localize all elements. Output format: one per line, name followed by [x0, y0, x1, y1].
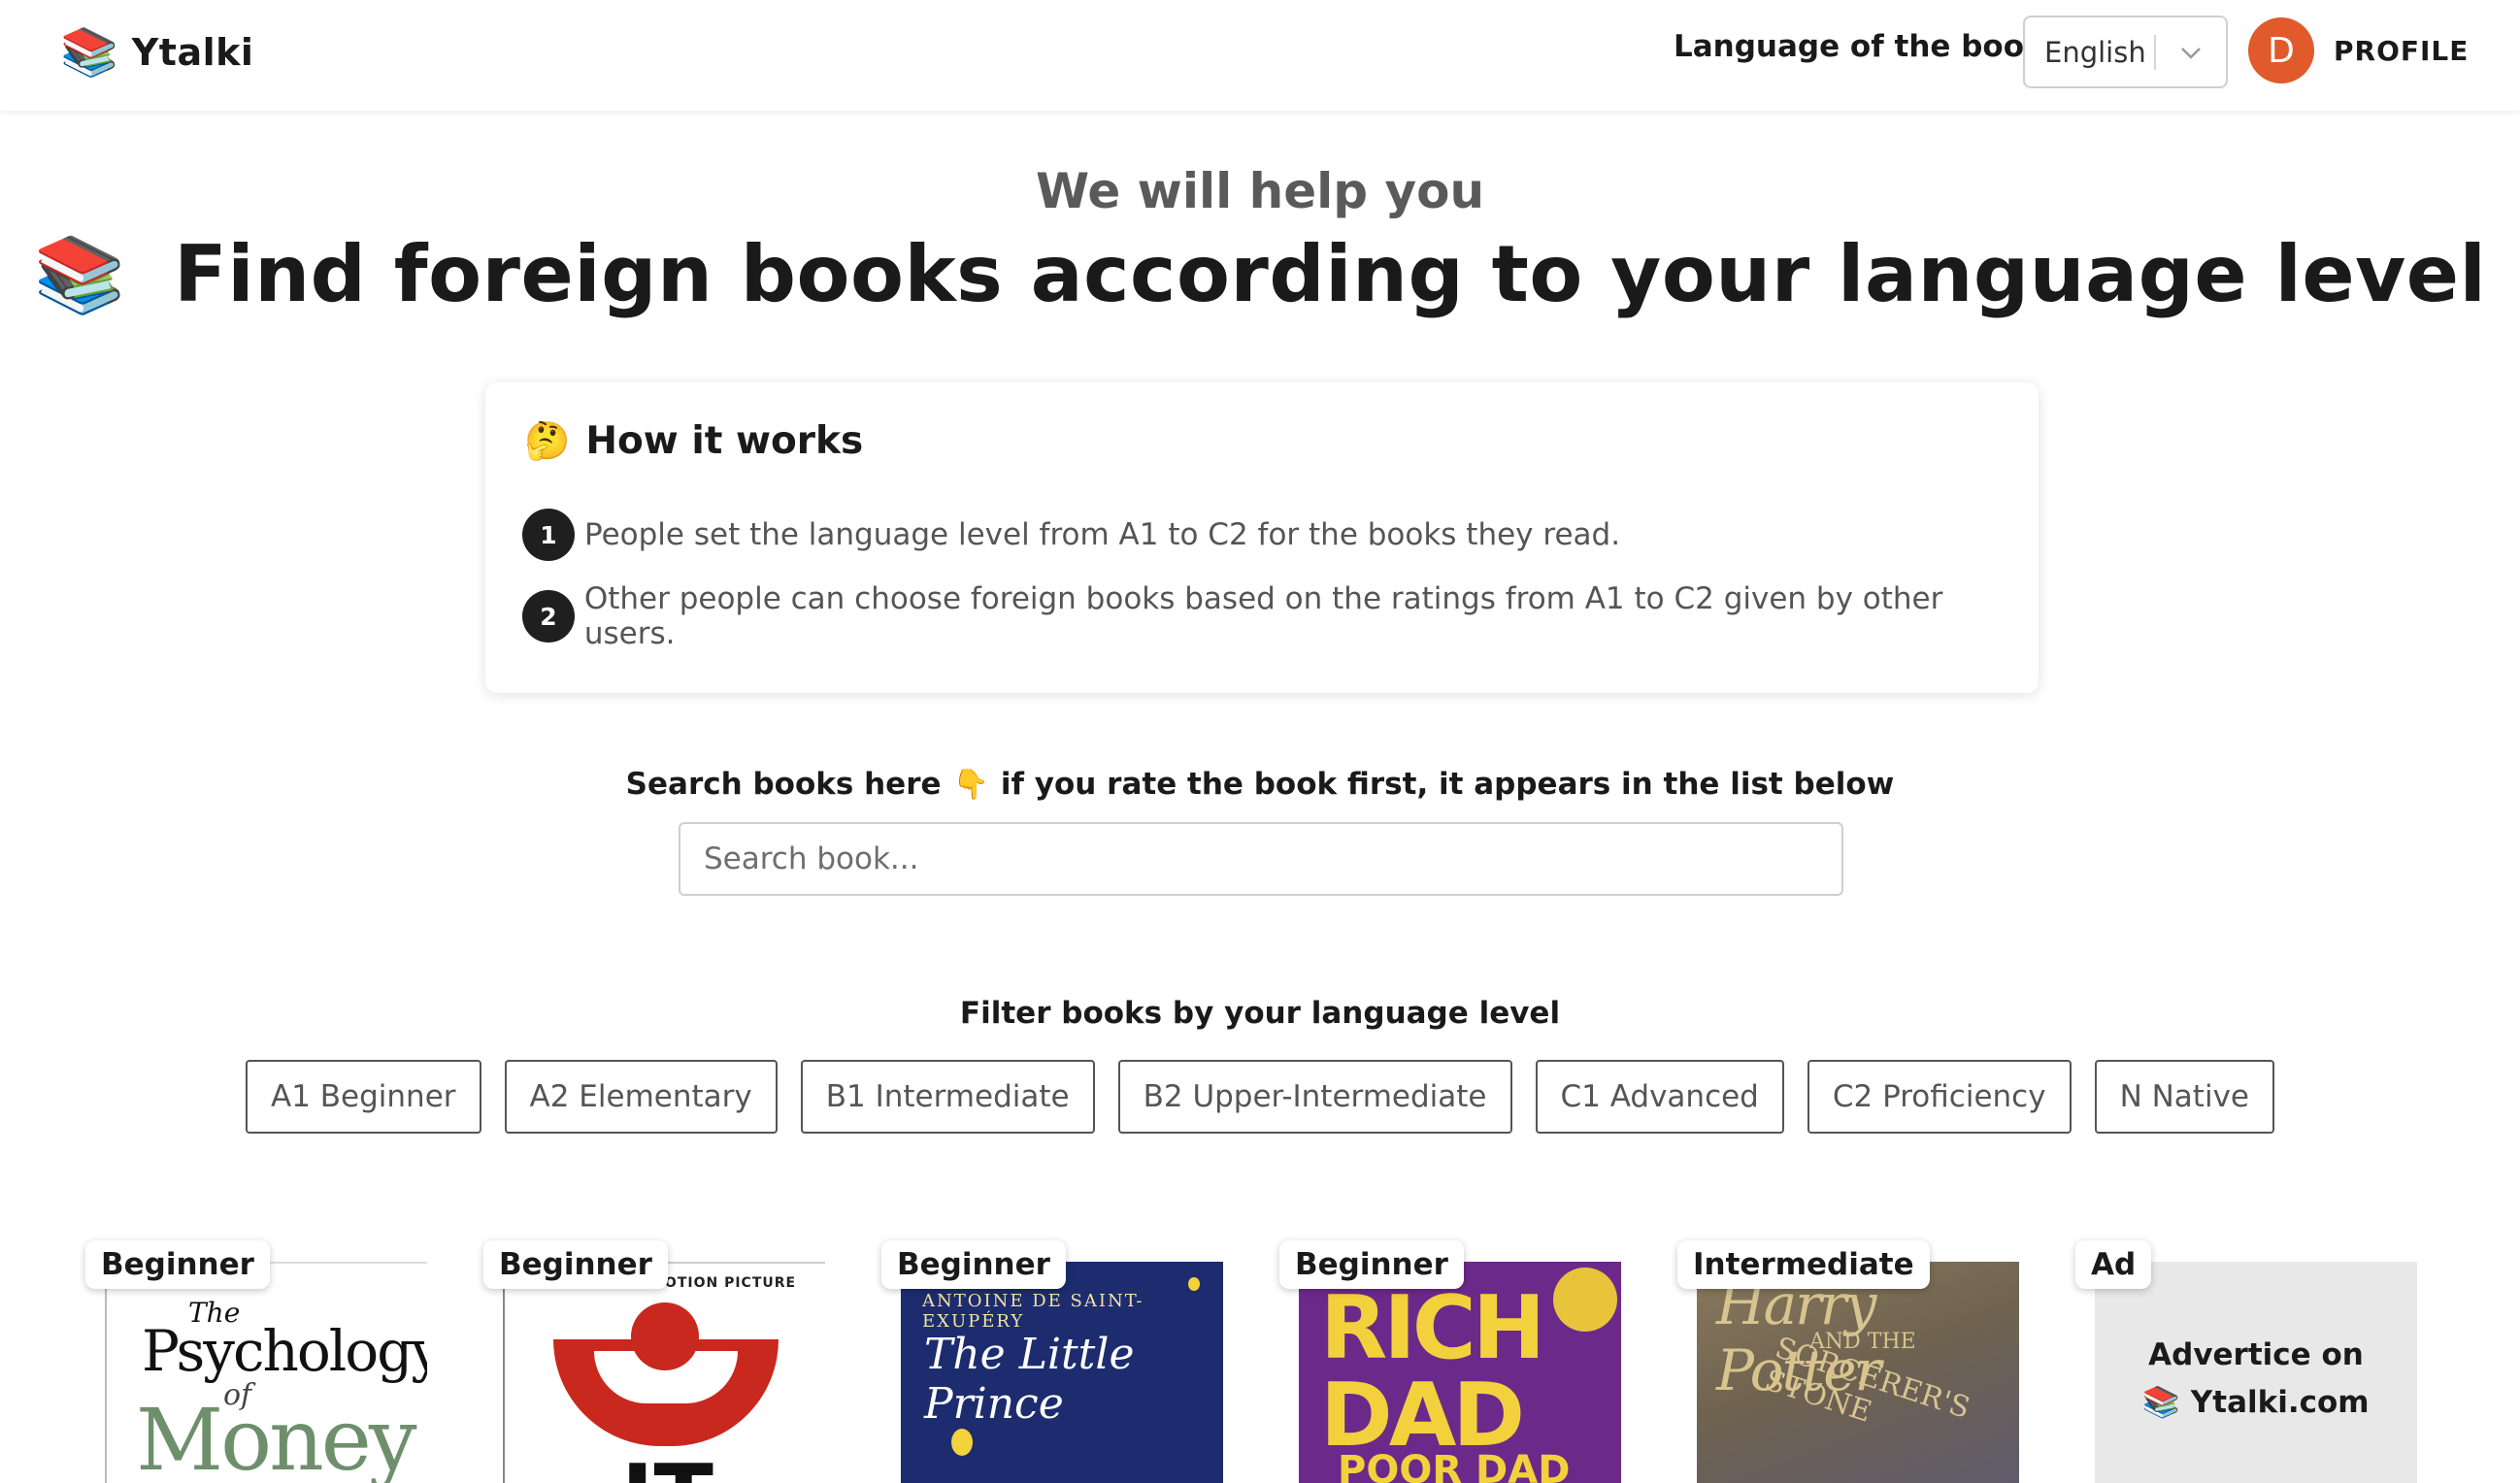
filter-c1-button[interactable]: C1 Advanced — [1535, 1060, 1784, 1134]
book-card[interactable]: Beginner RICH DAD POOR DAD — [1279, 1240, 1621, 1483]
brand-name: Ytalki — [131, 31, 254, 74]
star-icon — [951, 1429, 973, 1456]
level-badge: Intermediate — [1677, 1240, 1930, 1289]
cover-text: The Little Prince — [924, 1330, 1135, 1429]
how-it-works-title: How it works — [585, 419, 864, 463]
step-number: 2 — [522, 590, 575, 643]
ad-badge: Ad — [2075, 1240, 2152, 1289]
search-label: Search books here 👇 if you rate the book f… — [0, 767, 2520, 802]
how-it-works-header: 🤔 How it works — [524, 419, 863, 463]
ad-text: Advertice on — [2148, 1337, 2364, 1372]
avatar[interactable]: D — [2248, 17, 2314, 83]
book-card[interactable]: Intermediate Harry Potter AND THE SORCER… — [1677, 1240, 2019, 1483]
language-label: Language of the books — [1674, 29, 2063, 64]
books-logo-icon: 📚 — [60, 25, 118, 80]
cover-text: Money — [136, 1390, 417, 1483]
books-icon: 📚 — [2142, 1385, 2180, 1420]
ad-cover[interactable]: Advertice on 📚 Ytalki.com — [2095, 1262, 2417, 1483]
level-badge: Beginner — [881, 1240, 1066, 1289]
filter-b2-button[interactable]: B2 Upper-Intermediate — [1117, 1060, 1512, 1134]
chevron-down-icon[interactable] — [2156, 39, 2226, 66]
seal-icon — [1553, 1268, 1617, 1332]
language-select[interactable]: English — [2023, 16, 2228, 88]
book-cover[interactable]: The Psychology of Money — [105, 1262, 427, 1483]
brand-link[interactable]: 📚 Ytalki — [60, 23, 253, 82]
cover-text: IT — [621, 1446, 713, 1483]
books-icon: 📚 — [33, 230, 126, 317]
book-cover[interactable]: Harry Potter AND THE SORCERER'S STONE — [1697, 1262, 2019, 1483]
level-badge: Beginner — [483, 1240, 668, 1289]
book-card[interactable]: Beginner MOTION PICTURE IT — [483, 1240, 825, 1483]
step-number: 1 — [522, 509, 575, 561]
filter-a2-button[interactable]: A2 Elementary — [504, 1060, 778, 1134]
ad-text-line: 📚 Ytalki.com — [2142, 1384, 2369, 1420]
ad-card[interactable]: Ad Advertice on 📚 Ytalki.com — [2075, 1240, 2417, 1483]
book-card[interactable]: Beginner ANTOINE DE SAINT-EXUPÉRY The Li… — [881, 1240, 1223, 1483]
step-item: 1 People set the language level from A1 … — [522, 509, 1620, 561]
how-it-works-card: 🤔 How it works 1 People set the language… — [485, 382, 2039, 693]
cover-text: POOR DAD — [1338, 1448, 1571, 1483]
level-badge: Beginner — [85, 1240, 270, 1289]
language-select-value: English — [2044, 35, 2146, 69]
step-text: Other people can choose foreign books ba… — [583, 581, 1943, 651]
search-label-text: Search books here — [625, 767, 942, 802]
top-navbar: 📚 Ytalki Language of the books English D… — [0, 0, 2520, 111]
search-input[interactable] — [679, 822, 1843, 896]
hero-title-row: 📚 Find foreign books according to your l… — [0, 229, 2520, 319]
ad-site: Ytalki.com — [2190, 1385, 2370, 1420]
profile-link[interactable]: PROFILE — [2334, 35, 2469, 67]
level-filter-group: A1 Beginner A2 Elementary B1 Intermediat… — [0, 1060, 2520, 1134]
book-cover[interactable]: MOTION PICTURE IT — [503, 1262, 825, 1483]
cover-text: ANTOINE DE SAINT-EXUPÉRY — [922, 1291, 1144, 1332]
step-text: People set the language level from A1 to… — [584, 517, 1621, 552]
book-card[interactable]: Beginner The Psychology of Money — [85, 1240, 427, 1483]
star-icon — [1188, 1277, 1200, 1291]
filter-native-button[interactable]: N Native — [2094, 1060, 2274, 1134]
thinking-face-icon: 🤔 — [524, 419, 571, 462]
filter-b1-button[interactable]: B1 Intermediate — [800, 1060, 1095, 1134]
book-cover[interactable]: RICH DAD POOR DAD — [1299, 1262, 1621, 1483]
hero-subtitle: We will help you — [1035, 163, 1485, 219]
book-cover[interactable]: ANTOINE DE SAINT-EXUPÉRY The Little Prin… — [901, 1262, 1223, 1483]
cover-art — [631, 1302, 699, 1370]
filter-c2-button[interactable]: C2 Proficiency — [1807, 1060, 2072, 1134]
cover-text: MOTION PICTURE — [650, 1275, 797, 1291]
step-item: 2 Other people can choose foreign books … — [522, 581, 2039, 651]
level-badge: Beginner — [1279, 1240, 1464, 1289]
search-hint-text: if you rate the book first, it appears i… — [1000, 767, 1895, 802]
cover-text: Psychology — [142, 1318, 427, 1384]
filter-a1-button[interactable]: A1 Beginner — [245, 1060, 481, 1134]
pointing-down-icon: 👇 — [952, 768, 989, 802]
filter-label: Filter books by your language level — [959, 996, 1561, 1031]
page-title: Find foreign books according to your lan… — [174, 229, 2487, 319]
